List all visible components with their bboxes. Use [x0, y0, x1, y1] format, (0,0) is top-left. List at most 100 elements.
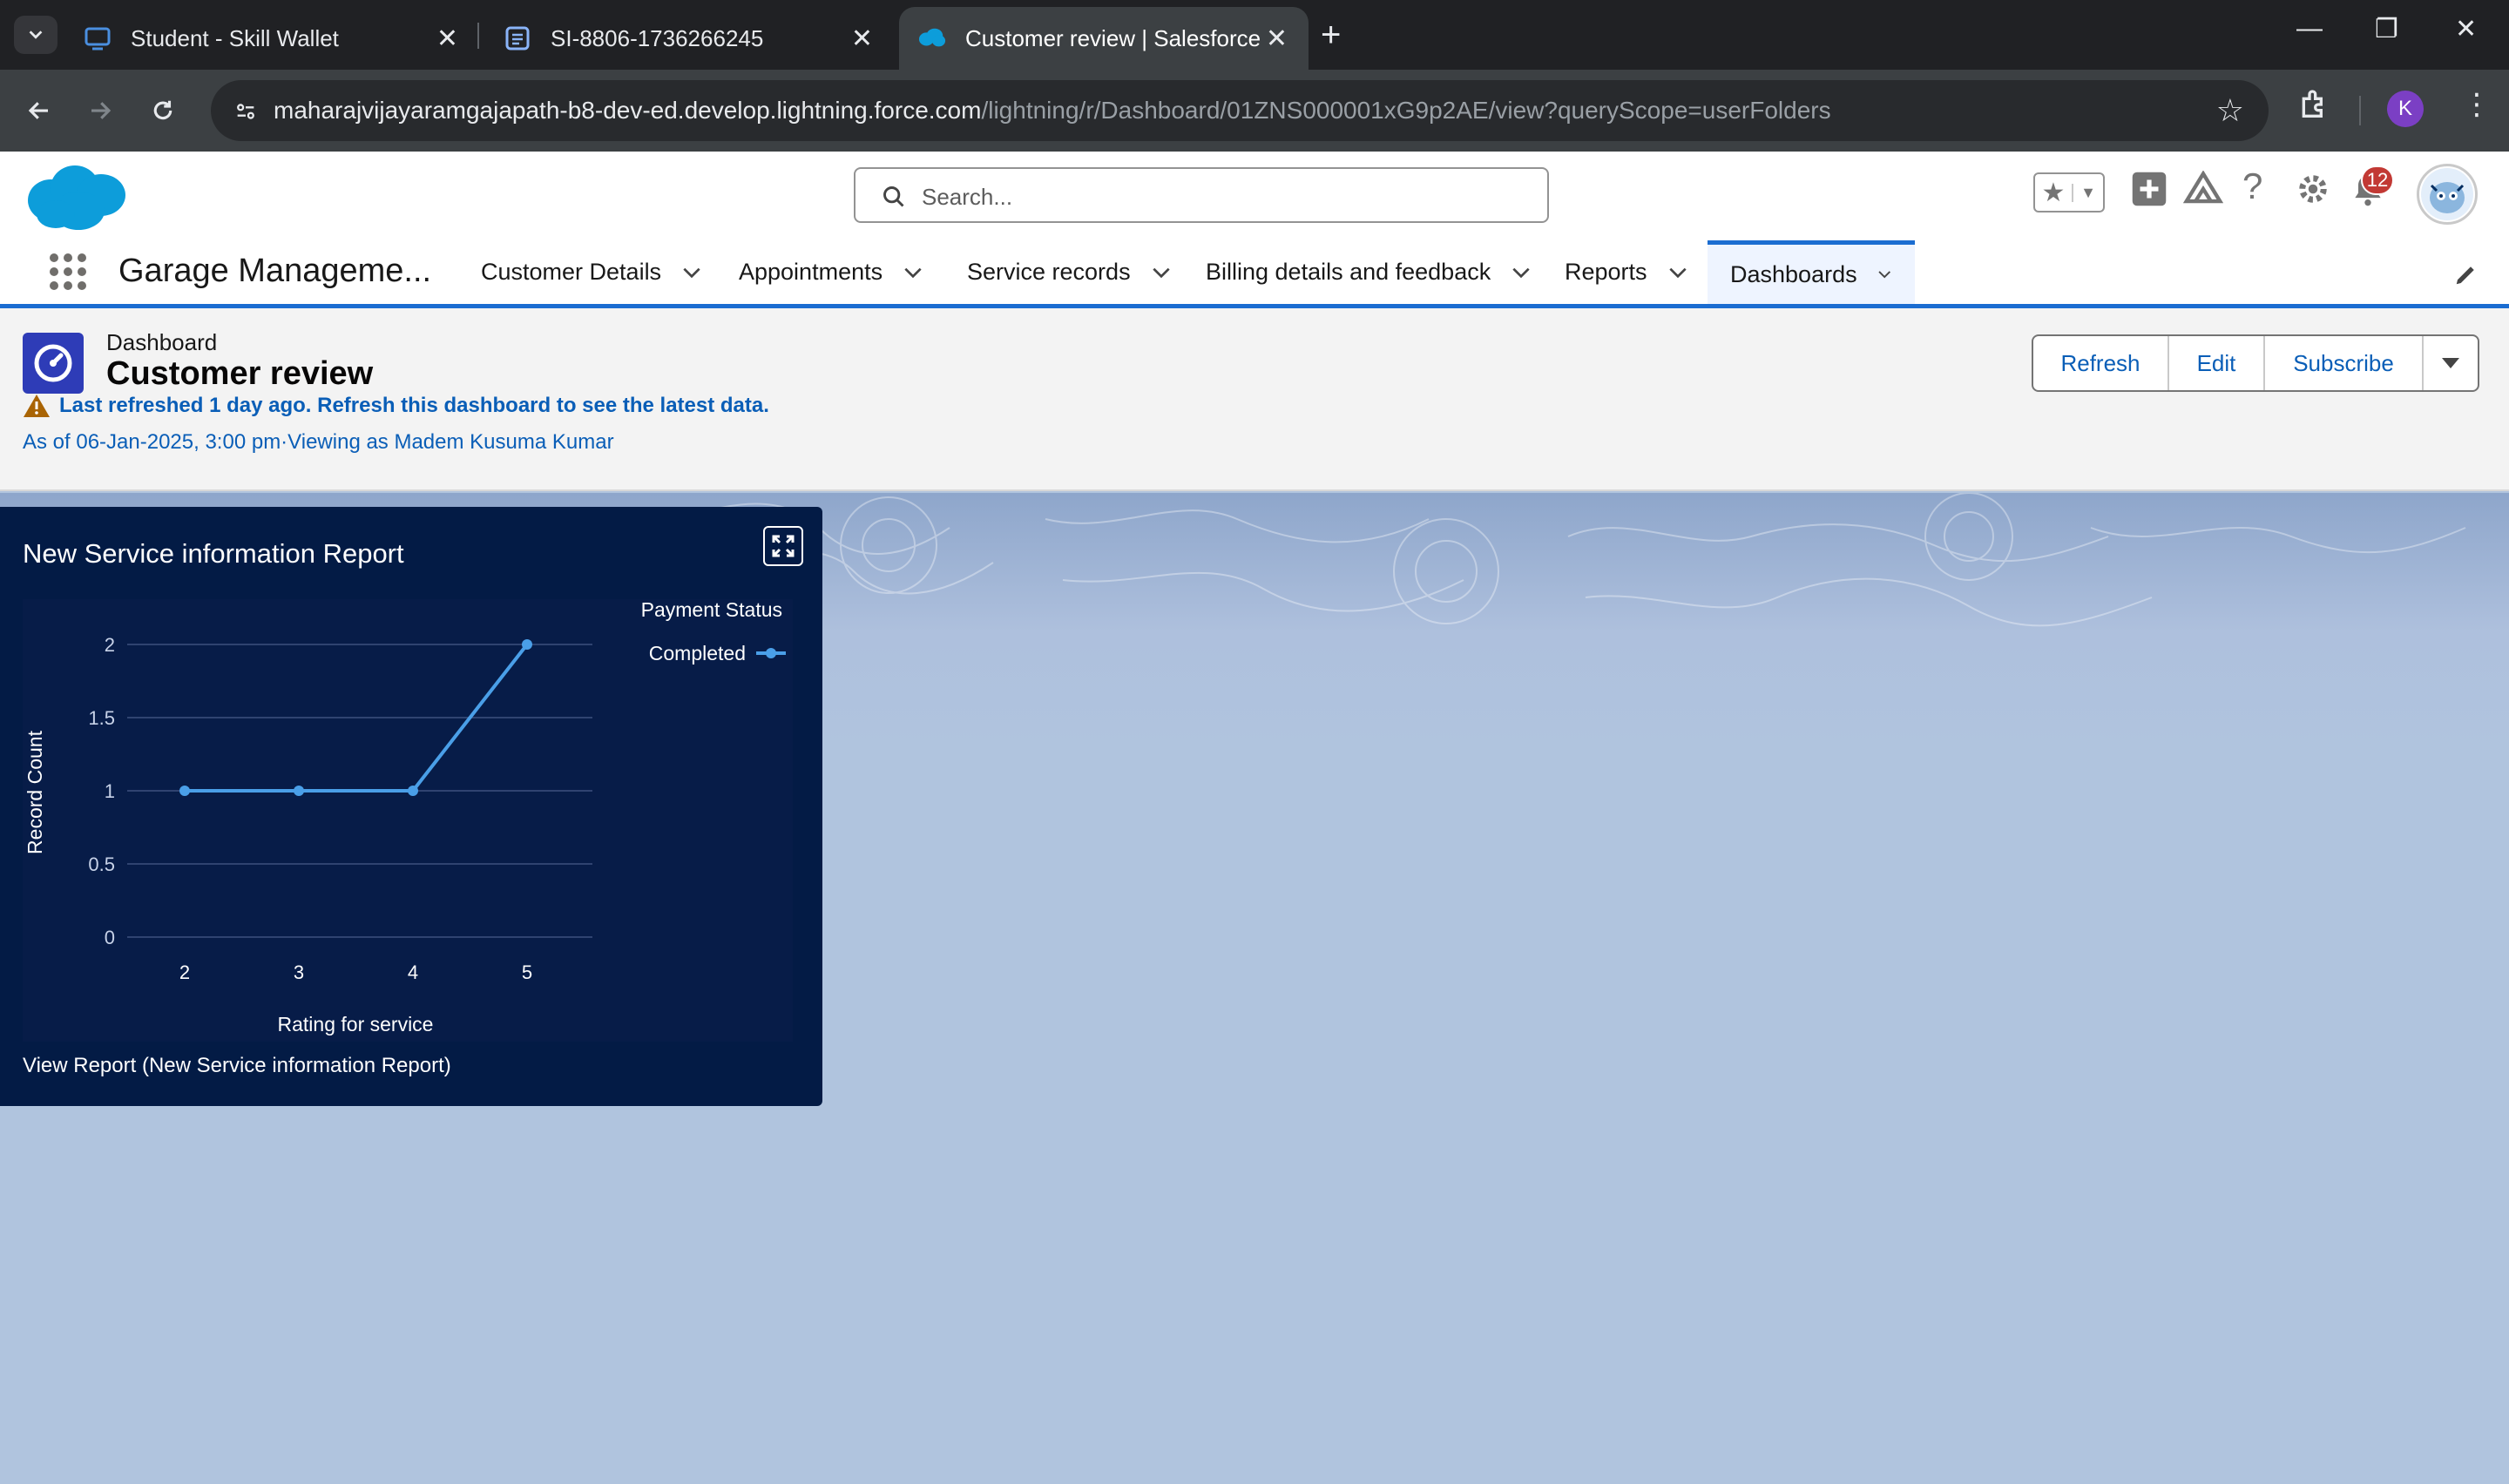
warning-icon [24, 395, 50, 417]
close-tab-icon[interactable]: ✕ [1266, 24, 1288, 54]
tab-title: Student - Skill Wallet [131, 24, 339, 51]
minimize-button[interactable]: — [2296, 14, 2323, 44]
user-avatar[interactable] [2417, 164, 2478, 225]
subscribe-button[interactable]: Subscribe [2265, 336, 2424, 390]
notification-count-badge: 12 [2361, 165, 2394, 195]
chevron-down-icon[interactable] [680, 261, 703, 284]
y-tick-label: 0 [105, 927, 115, 948]
forward-button[interactable] [78, 89, 122, 132]
menu-kebab-icon[interactable]: ⋮ [2462, 87, 2492, 122]
chevron-down-icon[interactable] [1877, 263, 1892, 286]
dashboard-header: Dashboard Customer review Last refreshed… [0, 308, 2509, 491]
arrow-left-icon [28, 102, 48, 119]
global-search-input[interactable]: Search... [854, 167, 1549, 223]
close-window-button[interactable]: ✕ [2455, 14, 2477, 44]
tab-search-button[interactable] [14, 16, 57, 54]
expand-widget-button[interactable] [763, 526, 803, 566]
nav-item-label: Customer Details [481, 259, 662, 285]
help-icon[interactable]: ? [2242, 165, 2262, 207]
nav-item-label: Billing details and feedback [1206, 259, 1491, 285]
y-tick-label: 1 [105, 780, 115, 802]
data-point [294, 786, 304, 796]
close-tab-icon[interactable]: ✕ [436, 24, 458, 54]
nav-item-appointments[interactable]: Appointments [716, 240, 947, 304]
view-report-link[interactable]: View Report (New Service information Rep… [23, 1054, 451, 1078]
x-tick-label: 4 [408, 961, 418, 983]
chevron-down-icon[interactable] [1510, 261, 1532, 284]
url-text: maharajvijayaramgajapath-b8-dev-ed.devel… [274, 97, 1831, 124]
tab-divider [477, 23, 479, 49]
reload-button[interactable] [141, 89, 185, 132]
chart-svg: 0 0.5 1 1.5 2 2 3 4 5 Rating for service Record Co… [24, 598, 786, 1035]
dashboard-actions: Refresh Edit Subscribe [2032, 334, 2479, 392]
browser-toolbar: maharajvijayaramgajapath-b8-dev-ed.devel… [0, 70, 2509, 152]
x-axis-title: Rating for service [278, 1013, 434, 1035]
salesforce-logo[interactable] [24, 160, 129, 239]
tab-skill-wallet[interactable]: Student - Skill Wallet ✕ [64, 7, 479, 70]
legend-title: Payment Status [641, 599, 782, 621]
document-icon [504, 24, 531, 52]
salesforce-cloud-icon [918, 24, 946, 52]
chevron-down-icon[interactable] [1150, 261, 1173, 284]
setup-gear-icon[interactable] [2295, 171, 2331, 212]
as-of-viewing-as: As of 06-Jan-2025, 3:00 pm·Viewing as Ma… [23, 430, 614, 454]
chevron-down-icon[interactable] [902, 261, 924, 284]
global-header: Search... ★ ▼ ? 12 [0, 152, 2509, 240]
tab-title: SI-8806-1736266245 [551, 24, 764, 51]
nav-item-dashboards[interactable]: Dashboards [1708, 240, 1915, 304]
nav-item-service-records[interactable]: Service records [944, 240, 1195, 304]
search-icon [883, 186, 904, 207]
data-point [408, 786, 418, 796]
nav-item-customer-details[interactable]: Customer Details [458, 240, 726, 304]
close-tab-icon[interactable]: ✕ [851, 24, 873, 54]
chevron-down-icon[interactable] [1667, 261, 1689, 284]
x-tick-label: 3 [294, 961, 304, 983]
app-launcher-grid-icon[interactable] [49, 253, 87, 295]
x-tick-label: 5 [522, 961, 532, 983]
site-settings-icon[interactable] [228, 94, 263, 129]
chevron-down-icon: ▼ [2072, 183, 2103, 202]
legend-swatch-dot [766, 648, 776, 658]
chart-widget: New Service information Report 0 0.5 1 1.5 2… [0, 507, 822, 1106]
bookmark-star-icon[interactable]: ☆ [2216, 92, 2244, 129]
monitor-icon [84, 24, 112, 52]
address-bar[interactable]: maharajvijayaramgajapath-b8-dev-ed.devel… [211, 80, 2269, 141]
tab-title: Customer review | Salesforce [965, 24, 1261, 51]
new-tab-button[interactable]: + [1321, 16, 1341, 54]
y-tick-label: 1.5 [88, 707, 115, 729]
global-actions-add-icon[interactable] [2131, 171, 2167, 212]
nav-item-billing-details[interactable]: Billing details and feedback [1183, 240, 1555, 304]
search-placeholder: Search... [922, 184, 1013, 210]
restore-button[interactable]: ❐ [2375, 14, 2398, 44]
chevron-down-icon [29, 30, 43, 39]
caret-down-icon [2442, 358, 2459, 368]
y-axis-title: Record Count [24, 730, 46, 854]
app-name: Garage Manageme... [118, 253, 432, 289]
nav-item-label: Appointments [739, 259, 883, 285]
toolbar-divider [2359, 96, 2361, 125]
favorites-button[interactable]: ★ ▼ [2033, 172, 2105, 212]
y-tick-label: 2 [105, 634, 115, 656]
line-chart[interactable]: 0 0.5 1 1.5 2 2 3 4 5 Rating for service Record Co… [23, 598, 793, 1042]
app-navigation-bar: Garage Manageme... Customer Details Appo… [0, 240, 2509, 308]
tab-customer-review[interactable]: Customer review | Salesforce ✕ [899, 7, 1309, 70]
tab-si-8806[interactable]: SI-8806-1736266245 ✕ [484, 7, 894, 70]
refresh-warning: Last refreshed 1 day ago. Refresh this d… [23, 394, 769, 418]
edit-nav-pencil-icon[interactable] [2453, 261, 2479, 292]
browser-tab-bar: Student - Skill Wallet ✕ SI-8806-1736266… [0, 0, 2509, 70]
x-tick-label: 2 [179, 961, 190, 983]
extensions-icon[interactable] [2296, 87, 2331, 126]
nav-item-reports[interactable]: Reports [1542, 240, 1712, 304]
trailhead-icon[interactable] [2182, 170, 2224, 212]
edit-button[interactable]: Edit [2169, 336, 2265, 390]
profile-avatar[interactable]: K [2387, 91, 2424, 127]
more-actions-button[interactable] [2424, 336, 2478, 390]
refresh-button[interactable]: Refresh [2033, 336, 2169, 390]
data-point [522, 639, 532, 650]
expand-icon [772, 535, 795, 557]
nav-item-label: Reports [1565, 259, 1647, 285]
legend-entry: Completed [649, 642, 746, 664]
star-icon: ★ [2041, 178, 2066, 207]
refresh-warning-text[interactable]: Last refreshed 1 day ago. Refresh this d… [59, 394, 769, 418]
back-button[interactable] [17, 89, 61, 132]
